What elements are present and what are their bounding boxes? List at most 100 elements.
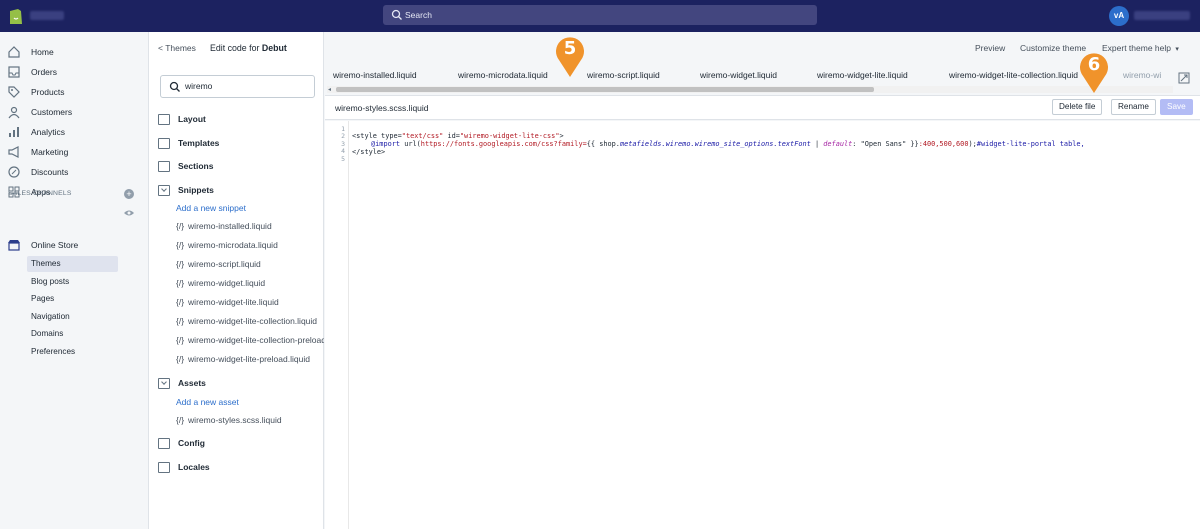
asset-file[interactable]: {/} wiremo-styles.scss.liquid — [176, 415, 324, 427]
liquid-file-icon: {/} — [176, 335, 185, 345]
code-token: > — [559, 132, 564, 140]
tab-file[interactable]: wiremo-microdata.liquid — [458, 70, 548, 80]
save-button[interactable]: Save — [1160, 99, 1193, 115]
tab-file[interactable]: wiremo-widget-lite.liquid — [817, 70, 908, 80]
tabs-scrollbar-thumb[interactable] — [336, 87, 874, 92]
file-label: wiremo-widget-lite.liquid — [188, 297, 279, 307]
sidebar-item-orders[interactable]: Orders — [7, 65, 57, 79]
liquid-file-icon: {/} — [176, 297, 185, 307]
folder-open-icon — [158, 377, 170, 389]
user-name[interactable] — [1134, 11, 1190, 20]
sidebar-sub-blog-posts[interactable]: Blog posts — [27, 274, 118, 290]
code-token: "wiremo-widget-lite-css" — [459, 132, 560, 140]
line-number: 2 — [341, 132, 345, 140]
file-label: wiremo-installed.liquid — [188, 221, 272, 231]
sidebar-item-discounts[interactable]: Discounts — [7, 165, 68, 179]
file-search-input[interactable] — [185, 81, 305, 91]
code-token: <style type= — [352, 132, 402, 140]
tab-file[interactable]: wiremo-script.liquid — [587, 70, 660, 80]
file-search-field[interactable] — [160, 75, 315, 98]
search-icon — [169, 81, 180, 92]
folder-config[interactable]: Config — [158, 436, 205, 450]
sidebar-item-customers[interactable]: Customers — [7, 105, 72, 119]
tab-file[interactable]: wiremo-installed.liquid — [333, 70, 417, 80]
sidebar-item-online-store[interactable]: Online Store — [7, 238, 78, 252]
scroll-left-icon[interactable]: ◂ — [328, 86, 331, 93]
expert-help-link[interactable]: Expert theme help ▾ — [1102, 43, 1179, 53]
file-label: wiremo-widget-lite-preload.liquid — [188, 354, 310, 364]
sidebar-sub-preferences[interactable]: Preferences — [27, 344, 118, 360]
line-gutter — [325, 121, 349, 529]
global-search-input[interactable]: Search — [383, 5, 817, 25]
sidebar-sub-domains[interactable]: Domains — [27, 326, 118, 342]
sidebar-item-label: Customers — [31, 107, 73, 117]
folder-label: Snippets — [178, 185, 214, 195]
code-token: | — [810, 140, 824, 148]
sidebar-item-products[interactable]: Products — [7, 85, 65, 99]
code-line-2: @import url(https://fonts.googleapis.com… — [371, 140, 1085, 148]
file-label: wiremo-widget-lite-collection.liquid — [188, 316, 318, 326]
snippet-file[interactable]: {/} wiremo-widget-lite-collection-preload… — [176, 335, 324, 347]
sidebar-item-label: Discounts — [31, 167, 69, 177]
fullscreen-icon[interactable] — [1178, 72, 1190, 84]
liquid-file-icon: {/} — [176, 316, 185, 326]
snippet-file[interactable]: {/} wiremo-widget-lite-collection.liquid — [176, 316, 324, 328]
folder-layout[interactable]: Layout — [158, 112, 206, 126]
folder-snippets[interactable]: Snippets — [158, 183, 214, 197]
tab-file[interactable]: wiremo-widget-lite-collection.liquid — [949, 70, 1078, 80]
tab-file[interactable]: wiremo-widget.liquid — [700, 70, 777, 80]
orders-icon — [8, 66, 20, 78]
delete-file-button[interactable]: Delete file — [1052, 99, 1103, 115]
code-token: : "Open Sans" }} — [852, 140, 919, 148]
sidebar-sub-pages[interactable]: Pages — [27, 291, 118, 307]
sidebar-item-label: Online Store — [31, 240, 79, 250]
liquid-file-icon: {/} — [176, 240, 185, 250]
add-channel-icon[interactable]: + — [124, 189, 134, 199]
line-number: 5 — [341, 155, 345, 163]
liquid-file-icon: {/} — [176, 221, 185, 231]
preview-link[interactable]: Preview — [975, 43, 1005, 53]
snippet-file[interactable]: {/} wiremo-installed.liquid — [176, 221, 324, 233]
code-line-4: </style> — [352, 148, 386, 156]
folder-sections[interactable]: Sections — [158, 159, 213, 173]
sidebar-item-home[interactable]: Home — [7, 45, 54, 59]
folder-icon — [158, 160, 170, 172]
sidebar-sub-themes[interactable]: Themes — [27, 256, 118, 272]
sidebar-sub-navigation[interactable]: Navigation — [27, 309, 118, 325]
liquid-file-icon: {/} — [176, 278, 185, 288]
folder-templates[interactable]: Templates — [158, 136, 219, 150]
code-token: ); — [968, 140, 977, 148]
sidebar-item-analytics[interactable]: Analytics — [7, 125, 65, 139]
add-snippet-link[interactable]: Add a new snippet — [176, 203, 246, 213]
folder-locales[interactable]: Locales — [158, 460, 210, 474]
analytics-icon — [9, 127, 19, 137]
rename-button[interactable]: Rename — [1111, 99, 1156, 115]
step-marker-6-label: 6 — [1087, 54, 1101, 75]
folder-assets[interactable]: Assets — [158, 376, 206, 390]
home-icon — [8, 46, 20, 58]
snippet-file[interactable]: {/} wiremo-widget.liquid — [176, 278, 324, 290]
store-name[interactable] — [30, 11, 64, 20]
shopify-logo-icon[interactable] — [8, 7, 24, 25]
line-number: 4 — [341, 147, 345, 155]
sidebar-item-label: Analytics — [31, 127, 66, 137]
snippet-file[interactable]: {/} wiremo-script.liquid — [176, 259, 324, 271]
liquid-file-icon: {/} — [176, 259, 185, 269]
add-asset-link[interactable]: Add a new asset — [176, 397, 239, 407]
code-token: id= — [443, 132, 460, 140]
sidebar-item-marketing[interactable]: Marketing — [7, 145, 68, 159]
snippet-file[interactable]: {/} wiremo-widget-lite-preload.liquid — [176, 354, 324, 366]
avatar[interactable]: vA — [1109, 6, 1129, 26]
code-editor[interactable] — [325, 121, 1200, 529]
breadcrumb[interactable]: < Themes — [158, 43, 196, 53]
tab-file[interactable]: wiremo-wi — [1123, 70, 1161, 80]
back-to-themes-link[interactable]: Themes — [165, 43, 196, 53]
sales-channels-title: SALES CHANNELS — [8, 190, 72, 197]
file-label: wiremo-widget.liquid — [188, 278, 266, 288]
eye-icon[interactable] — [123, 209, 135, 217]
theme-name: Debut — [261, 43, 287, 53]
snippet-file[interactable]: {/} wiremo-widget-lite.liquid — [176, 297, 324, 309]
page-title-prefix: Edit code for — [210, 43, 262, 53]
snippet-file[interactable]: {/} wiremo-microdata.liquid — [176, 240, 324, 252]
file-label: wiremo-microdata.liquid — [188, 240, 278, 250]
